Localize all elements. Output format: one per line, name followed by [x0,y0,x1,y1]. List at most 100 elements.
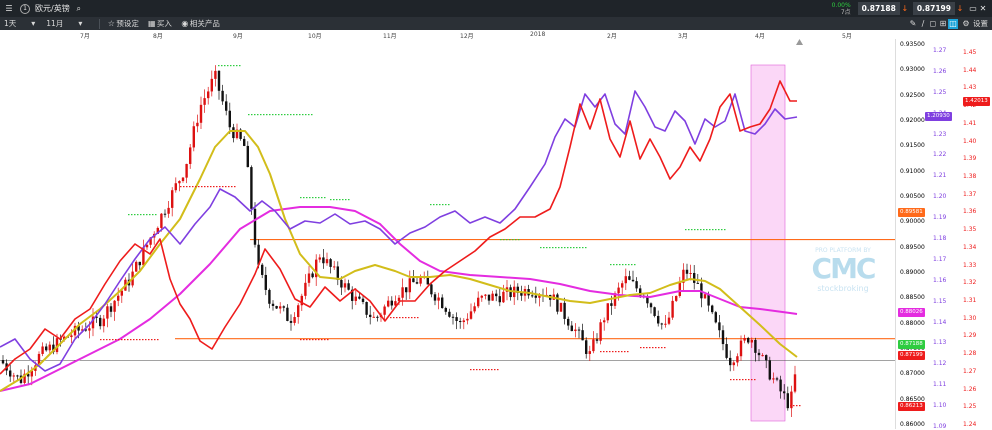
candle-body [243,138,246,146]
eye-icon: ◉ [181,18,189,28]
swing-low-marker [646,347,648,349]
gear-icon[interactable]: ⚙ [961,19,971,29]
buy-button[interactable]: ▦ 买入 [147,18,172,29]
settings-label[interactable]: 设置 [973,18,988,29]
instrument-name[interactable]: 欧元/英镑 [35,3,70,14]
candle-body [509,287,512,298]
buy-label: 买入 [156,19,172,28]
purple-series-axis: 1.271.261.251.241.231.221.211.201.191.18… [929,39,959,430]
candle-body [376,316,379,318]
pencil-icon[interactable]: ✎ [908,19,918,29]
swing-low-marker [621,351,623,353]
candle-body [574,329,577,332]
swing-low-marker [321,339,323,341]
candle-body [696,282,699,284]
candle-body [588,351,591,354]
swing-high-marker [582,247,584,249]
swing-high-marker [131,214,133,216]
swing-high-marker [248,114,250,116]
swing-low-marker [133,339,135,341]
candle-body [577,329,581,331]
candle-body [689,272,692,274]
swing-high-marker [552,247,554,249]
swing-high-marker [309,197,311,199]
candle-body [678,282,681,296]
swing-low-marker [733,379,735,381]
swing-low-marker [151,339,153,341]
change-points: 7点 [840,8,851,16]
swing-high-marker [512,239,514,241]
swing-low-marker [609,351,611,353]
swing-high-marker [278,114,280,116]
swing-low-marker [485,369,487,371]
swing-low-marker [796,405,798,407]
swing-low-marker [615,351,617,353]
crosshair-icon[interactable]: ◫ [948,18,958,29]
candle-body [390,300,393,306]
candle-body [160,213,163,228]
candle-body [534,295,537,298]
candle-body [387,300,390,307]
axis-tick-label: 1.41 [963,119,977,127]
search-icon[interactable]: ⌕ [74,4,84,14]
swing-low-marker [145,339,147,341]
price-chart[interactable] [0,39,992,429]
bid-price[interactable]: 0.87188 [857,2,900,15]
swing-low-marker [399,317,401,319]
swing-low-marker [112,339,114,341]
swing-low-marker [127,339,129,341]
swing-low-marker [402,317,404,319]
candle-body [743,337,746,341]
axis-tick-label: 1.22 [933,151,947,159]
chart-toolbar: 1天 ▾ 11月 ▾ ☆ 预设定 ▦ 买入 ◉ 相关产品 ✎ ∕ ◻ ⊞ ◫ ⚙… [0,17,992,30]
swing-low-marker [106,339,108,341]
candle-body [675,295,678,301]
info-icon[interactable]: 1 [20,3,30,14]
watermark-line2: stockbroking [817,284,869,293]
candle-body [667,317,671,324]
close-icon[interactable]: ✕ [978,4,988,14]
menu-icon[interactable]: ☰ [4,4,14,14]
axis-tick-label: 1.43 [963,84,977,92]
grid-icon[interactable]: ⊞ [938,19,948,29]
candle-body [225,101,228,111]
candle-body [757,352,761,356]
shapes-icon[interactable]: ◻ [928,19,938,29]
swing-low-marker [154,339,156,341]
axis-tick-label: 1.27 [933,47,947,54]
axis-tick-label: 0.87000 [900,370,925,378]
candle-body [761,355,764,357]
candle-body [311,273,314,278]
candle-body [167,207,170,214]
candle-body [437,297,440,301]
axis-tick-label: 1.10 [933,402,947,410]
swing-high-marker [628,264,630,266]
swing-low-marker [204,186,206,188]
axis-tick-label: 0.89500 [900,243,925,251]
minimize-icon[interactable]: ▭ [968,4,978,14]
swing-high-marker [348,199,350,201]
candle-body [649,303,653,308]
interval-select[interactable]: 1天 ▾ [4,18,38,29]
swing-high-marker [233,65,235,67]
swing-low-marker [494,369,496,371]
line-tool-icon[interactable]: ∕ [918,19,928,29]
range-select[interactable]: 11月 ▾ [46,18,85,29]
axis-tick-label: 1.32 [963,279,977,287]
candle-body [783,391,786,394]
candle-body [711,305,714,313]
watermark: PRO PLATFORM BY CMC stockbroking [806,247,880,293]
axis-tick-label: 1.38 [963,173,977,180]
candle-body [631,279,635,282]
swing-high-marker [312,197,314,199]
swing-high-marker [430,204,432,206]
ask-price[interactable]: 0.87199 [912,2,955,15]
related-button[interactable]: ◉ 相关产品 [180,18,220,29]
swing-high-marker [321,197,323,199]
preset-button[interactable]: ☆ 预设定 [106,18,139,29]
swing-high-marker [721,229,723,231]
swing-high-marker [308,114,310,116]
swing-high-marker [506,239,508,241]
candle-body [603,320,606,323]
candle-body [113,300,116,312]
